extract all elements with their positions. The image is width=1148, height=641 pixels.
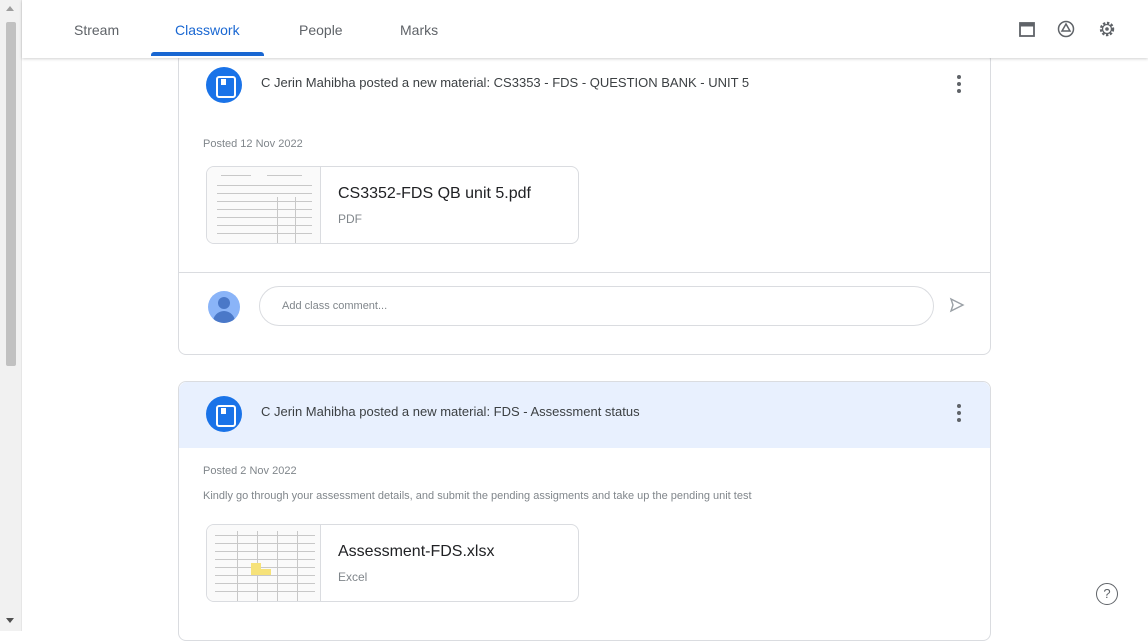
tab-stream[interactable]: Stream [74,0,119,58]
tab-marks[interactable]: Marks [400,0,438,58]
class-comment-input[interactable]: Add class comment... [259,286,934,326]
scrollbar-thumb[interactable] [6,22,16,366]
post-title[interactable]: C Jerin Mahibha posted a new material: C… [261,75,749,90]
tab-classwork[interactable]: Classwork [151,0,264,58]
material-post-card[interactable]: C Jerin Mahibha posted a new material: F… [178,381,991,641]
material-icon [206,67,242,103]
post-header[interactable]: C Jerin Mahibha posted a new material: F… [179,382,990,448]
attachment-title[interactable]: CS3352-FDS QB unit 5.pdf [338,185,531,203]
scroll-up-arrow-icon[interactable] [6,6,14,11]
tab-people[interactable]: People [299,0,343,58]
post-title[interactable]: C Jerin Mahibha posted a new material: F… [261,404,640,419]
help-icon[interactable]: ? [1096,583,1118,605]
more-options-icon[interactable] [956,75,962,95]
attachment-type: PDF [338,212,362,226]
more-options-icon[interactable] [956,404,962,424]
attachment-type: Excel [338,570,368,584]
class-comment-row: Add class comment... [179,272,990,338]
top-navigation-bar: Stream Classwork People Marks [22,0,1148,58]
attachment-title[interactable]: Assessment-FDS.xlsx [338,543,494,561]
posted-date: Posted 2 Nov 2022 [203,465,297,477]
user-avatar [208,291,240,323]
send-icon[interactable] [949,297,965,313]
settings-icon[interactable] [1098,20,1116,38]
calendar-icon[interactable] [1018,20,1036,38]
material-post-card[interactable]: C Jerin Mahibha posted a new material: C… [178,52,991,355]
page-scrollbar[interactable] [0,0,22,631]
material-icon [206,396,242,432]
scroll-down-arrow-icon[interactable] [6,618,14,623]
spreadsheet-thumbnail [207,525,321,601]
attachment-card[interactable]: Assessment-FDS.xlsx Excel [206,524,579,602]
document-thumbnail [207,167,321,243]
post-header[interactable]: C Jerin Mahibha posted a new material: C… [179,53,990,119]
post-description: Kindly go through your assessment detail… [203,490,752,502]
posted-date: Posted 12 Nov 2022 [203,138,303,150]
drive-icon[interactable] [1057,20,1075,38]
attachment-card[interactable]: CS3352-FDS QB unit 5.pdf PDF [206,166,579,244]
